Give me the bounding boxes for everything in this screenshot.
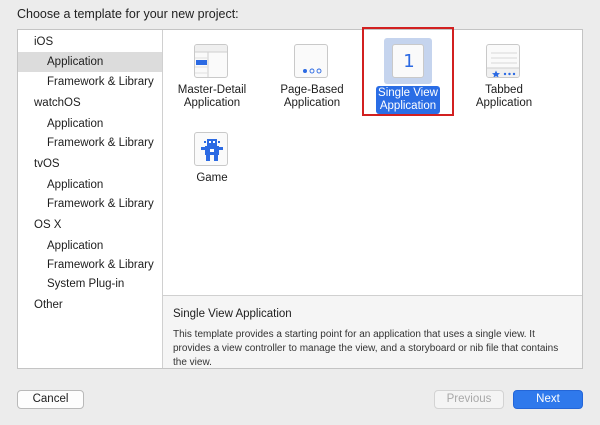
template-panel: iOS Application Framework & Library watc… bbox=[17, 27, 583, 369]
game-icon bbox=[194, 132, 228, 166]
sidebar-header-osx[interactable]: OS X bbox=[18, 215, 162, 235]
sidebar-item-watchos-framework-library[interactable]: Framework & Library bbox=[18, 133, 162, 153]
previous-button[interactable]: Previous bbox=[434, 390, 504, 409]
description-title: Single View Application bbox=[173, 308, 292, 320]
template-grid: Master-Detail Application Page-Based App… bbox=[163, 27, 582, 295]
template-label: Page-Based Application bbox=[280, 84, 344, 109]
sidebar-item-ios-application[interactable]: Application bbox=[18, 52, 162, 72]
sidebar-item-osx-framework-library[interactable]: Framework & Library bbox=[18, 255, 162, 275]
sidebar-item-ios-framework-library[interactable]: Framework & Library bbox=[18, 72, 162, 92]
template-page-based[interactable]: Page-Based Application bbox=[267, 34, 357, 122]
template-game[interactable]: Game bbox=[167, 122, 257, 210]
cancel-button[interactable]: Cancel bbox=[17, 390, 84, 409]
description-body: This template provides a starting point … bbox=[173, 329, 559, 368]
sidebar-item-osx-application[interactable]: Application bbox=[18, 236, 162, 256]
dialog-prompt: Choose a template for your new project: bbox=[17, 7, 239, 21]
sidebar-header-watchos[interactable]: watchOS bbox=[18, 93, 162, 113]
template-master-detail[interactable]: Master-Detail Application bbox=[167, 34, 257, 122]
master-detail-icon bbox=[194, 44, 228, 78]
template-description: Single View Application This template pr… bbox=[163, 295, 582, 368]
template-label: Master-Detail Application bbox=[177, 84, 247, 109]
platform-sidebar: iOS Application Framework & Library watc… bbox=[18, 30, 163, 368]
page-based-icon bbox=[294, 44, 328, 78]
template-label: Game bbox=[196, 172, 228, 184]
selection-outline bbox=[362, 27, 454, 116]
template-label: Tabbed Application bbox=[475, 84, 533, 109]
sidebar-item-osx-system-plugin[interactable]: System Plug-in bbox=[18, 274, 162, 294]
template-content: Master-Detail Application Page-Based App… bbox=[163, 27, 582, 368]
sidebar-header-tvos[interactable]: tvOS bbox=[18, 154, 162, 174]
sidebar-item-watchos-application[interactable]: Application bbox=[18, 114, 162, 134]
sidebar-item-tvos-framework-library[interactable]: Framework & Library bbox=[18, 194, 162, 214]
template-tabbed[interactable]: Tabbed Application bbox=[459, 34, 549, 122]
tabbed-icon bbox=[486, 44, 520, 78]
next-button[interactable]: Next bbox=[513, 390, 583, 409]
sidebar-item-tvos-application[interactable]: Application bbox=[18, 175, 162, 195]
sidebar-header-ios[interactable]: iOS bbox=[18, 32, 162, 52]
sidebar-header-other[interactable]: Other bbox=[18, 295, 162, 315]
